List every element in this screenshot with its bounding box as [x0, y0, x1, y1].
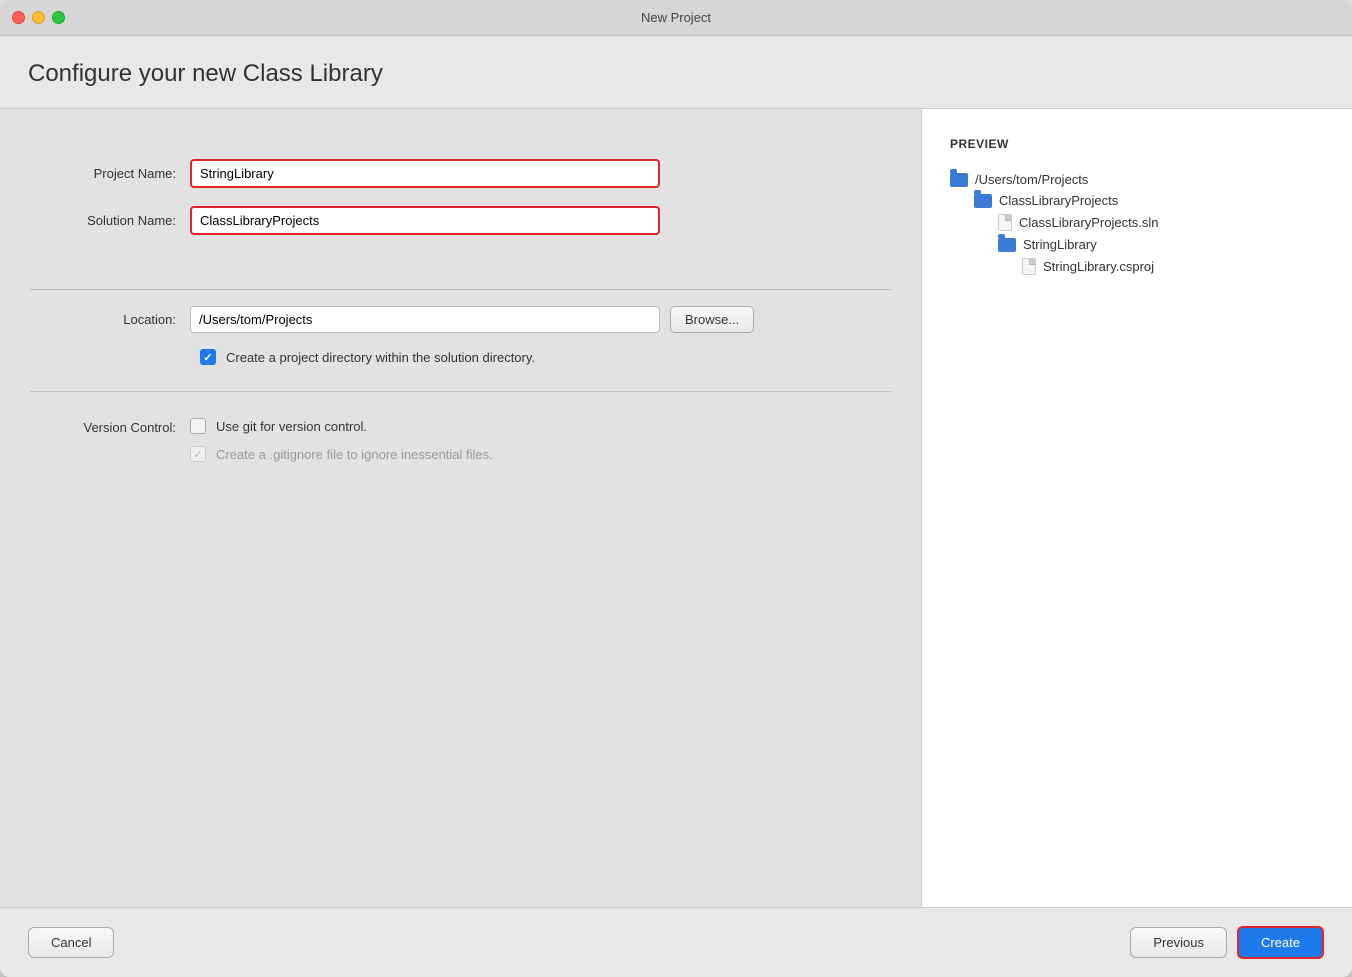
maximize-button[interactable]	[52, 11, 65, 24]
divider-1	[30, 289, 891, 290]
tree-item-label: ClassLibraryProjects.sln	[1019, 215, 1158, 230]
project-dir-label: Create a project directory within the so…	[226, 350, 535, 365]
solution-name-label: Solution Name:	[60, 213, 190, 228]
preview-panel: PREVIEW /Users/tom/Projects ClassLibraryP…	[922, 109, 1352, 907]
project-name-label: Project Name:	[60, 166, 190, 181]
window-title: New Project	[641, 10, 711, 25]
git-checkbox[interactable]	[190, 418, 206, 434]
tree-item-label: StringLibrary	[1023, 237, 1097, 252]
close-button[interactable]	[12, 11, 25, 24]
git-label: Use git for version control.	[216, 419, 367, 434]
location-input[interactable]	[190, 306, 660, 333]
tree-item-label: ClassLibraryProjects	[999, 193, 1118, 208]
gitignore-checkbox	[190, 446, 206, 462]
form-area: Project Name: Solution Name:	[0, 139, 921, 273]
project-dir-checkbox-row: Create a project directory within the so…	[0, 349, 921, 365]
footer-left: Cancel	[28, 927, 114, 958]
divider-2	[30, 391, 891, 392]
version-control-label: Version Control:	[60, 418, 190, 435]
main-content: Project Name: Solution Name: Location: B…	[0, 109, 1352, 907]
solution-name-input[interactable]	[190, 206, 660, 235]
tree-item: StringLibrary	[950, 234, 1324, 255]
solution-name-row: Solution Name:	[60, 206, 861, 235]
previous-button[interactable]: Previous	[1130, 927, 1227, 958]
git-option: Use git for version control.	[190, 418, 493, 434]
header: Configure your new Class Library	[0, 36, 1352, 109]
browse-button[interactable]: Browse...	[670, 306, 754, 333]
folder-icon	[974, 194, 992, 208]
footer: Cancel Previous Create	[0, 907, 1352, 977]
gitignore-option: Create a .gitignore file to ignore iness…	[190, 446, 493, 462]
page-title: Configure your new Class Library	[28, 60, 1324, 88]
tree-item: /Users/tom/Projects	[950, 169, 1324, 190]
folder-icon	[998, 238, 1016, 252]
file-icon	[1022, 258, 1036, 275]
tree-item: ClassLibraryProjects.sln	[950, 211, 1324, 234]
traffic-lights	[12, 11, 65, 24]
footer-right: Previous Create	[1130, 926, 1324, 959]
cancel-button[interactable]: Cancel	[28, 927, 114, 958]
minimize-button[interactable]	[32, 11, 45, 24]
project-name-input[interactable]	[190, 159, 660, 188]
version-control-row: Version Control: Use git for version con…	[60, 418, 861, 462]
location-row: Location: Browse...	[0, 306, 921, 333]
folder-icon	[950, 173, 968, 187]
version-options: Use git for version control. Create a .g…	[190, 418, 493, 462]
left-panel: Project Name: Solution Name: Location: B…	[0, 109, 922, 907]
preview-tree: /Users/tom/Projects ClassLibraryProjects C…	[950, 169, 1324, 278]
title-bar: New Project	[0, 0, 1352, 36]
tree-item-label: /Users/tom/Projects	[975, 172, 1088, 187]
preview-title: PREVIEW	[950, 137, 1324, 151]
new-project-window: New Project Configure your new Class Lib…	[0, 0, 1352, 977]
tree-item: ClassLibraryProjects	[950, 190, 1324, 211]
gitignore-label: Create a .gitignore file to ignore iness…	[216, 447, 493, 462]
create-button[interactable]: Create	[1237, 926, 1324, 959]
location-label: Location:	[60, 312, 190, 327]
file-icon	[998, 214, 1012, 231]
version-control-section: Version Control: Use git for version con…	[0, 408, 921, 486]
project-name-row: Project Name:	[60, 159, 861, 188]
tree-item-label: StringLibrary.csproj	[1043, 259, 1154, 274]
project-dir-checkbox[interactable]	[200, 349, 216, 365]
tree-item: StringLibrary.csproj	[950, 255, 1324, 278]
